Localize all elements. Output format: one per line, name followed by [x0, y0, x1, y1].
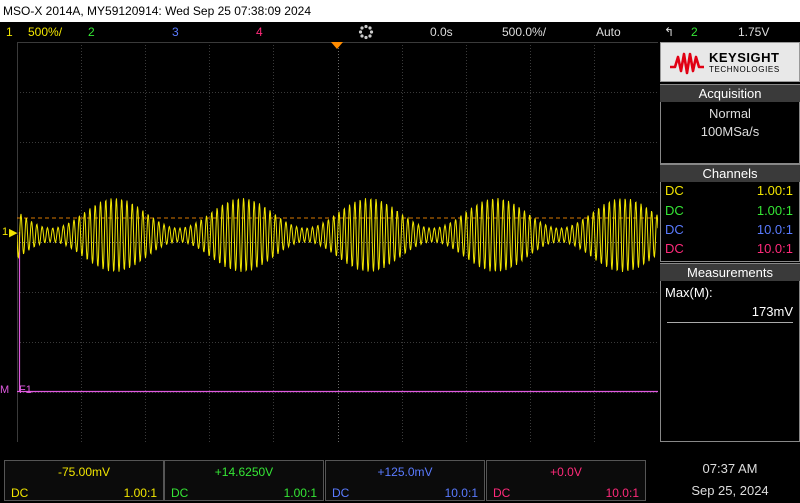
ch4-coupling: DC — [665, 241, 684, 256]
window-title: MSO-X 2014A, MY59120914: Wed Sep 25 07:3… — [0, 0, 800, 22]
measurements-header[interactable]: Measurements — [660, 263, 800, 281]
ch2-offset: +14.6250V — [214, 465, 274, 479]
logo-text: KEYSIGHT — [709, 50, 780, 65]
ch4-number[interactable]: 4 — [256, 22, 263, 42]
ch1-scale[interactable]: 500%/ — [28, 22, 62, 42]
keysight-wave-icon — [670, 52, 704, 75]
ch3-number[interactable]: 3 — [172, 22, 179, 42]
ch4-coupling-bottom: DC — [493, 486, 511, 500]
ch1-number[interactable]: 1 — [6, 22, 13, 42]
time-scale[interactable]: 500.0%/ — [502, 22, 546, 42]
ch4-offset: +0.0V — [550, 465, 582, 479]
trigger-level[interactable]: 1.75V — [738, 22, 769, 42]
ch3-offset-softkey[interactable]: +125.0mV DC 10.0:1 — [325, 460, 485, 501]
ch2-number[interactable]: 2 — [88, 22, 95, 42]
ch4-ratio-bottom: 10.0:1 — [605, 486, 639, 500]
trigger-mode[interactable]: Auto — [596, 22, 621, 42]
measurements-panel[interactable]: Max(M): 173mV — [660, 281, 800, 442]
status-bar: 1 500%/ 2 3 4 0.0s 500.0%/ Auto ↰ 2 1.75… — [0, 22, 800, 42]
waveform-display[interactable] — [17, 42, 658, 442]
acquisition-mode: Normal — [709, 106, 751, 121]
ch2-offset-softkey[interactable]: +14.6250V DC 1.00:1 — [164, 460, 324, 501]
ch1-coupling: DC — [665, 183, 684, 198]
time-delay[interactable]: 0.0s — [430, 22, 453, 42]
ch1-coupling-bottom: DC — [11, 486, 29, 500]
ch4-offset-softkey[interactable]: +0.0V DC 10.0:1 — [486, 460, 646, 501]
ch2-coupling-bottom: DC — [171, 486, 189, 500]
clock: 07:37 AM Sep 25, 2024 — [660, 456, 800, 503]
ch3-coupling-bottom: DC — [332, 486, 350, 500]
ch2-coupling: DC — [665, 203, 684, 218]
ch1-waveform — [17, 198, 658, 273]
measurement-label: Max(M): — [665, 285, 713, 300]
channels-panel[interactable]: DC 1.00:1 DC 1.00:1 DC 10.0:1 DC 10.0:1 — [660, 182, 800, 262]
ch3-ratio-bottom: 10.0:1 — [444, 486, 478, 500]
side-panel: KEYSIGHT TECHNOLOGIES Acquisition Normal… — [660, 42, 800, 442]
ch3-probe-ratio: 10.0:1 — [756, 222, 793, 237]
ch1-ratio-bottom: 1.00:1 — [123, 486, 157, 500]
ch4-probe-ratio: 10.0:1 — [756, 241, 793, 256]
acquisition-panel[interactable]: Normal 100MSa/s — [660, 102, 800, 164]
measurement-divider — [667, 322, 793, 323]
logo-subtext: TECHNOLOGIES — [709, 65, 780, 74]
clock-date: Sep 25, 2024 — [691, 483, 769, 498]
measurement-value: 173mV — [751, 304, 793, 319]
acquisition-header[interactable]: Acquisition — [660, 84, 800, 102]
ch3-coupling: DC — [665, 222, 684, 237]
ch1-offset: -75.00mV — [57, 465, 111, 479]
ch3-offset: +125.0mV — [377, 465, 433, 479]
channels-header[interactable]: Channels — [660, 164, 800, 182]
ch2-ratio-bottom: 1.00:1 — [283, 486, 317, 500]
ch1-ground-marker[interactable]: 1 ▶ — [0, 226, 17, 240]
ch1-offset-softkey[interactable]: -75.00mV DC 1.00:1 — [4, 460, 164, 501]
sample-rate: 100MSa/s — [700, 124, 760, 139]
ch1-probe-ratio: 1.00:1 — [756, 183, 793, 198]
trigger-position-marker — [331, 42, 343, 49]
trigger-source[interactable]: 2 — [691, 22, 698, 42]
math-marker[interactable]: M F1 — [0, 384, 40, 398]
clock-time: 07:37 AM — [702, 461, 758, 476]
trigger-edge-icon[interactable]: ↰ — [664, 22, 674, 42]
keysight-logo: KEYSIGHT TECHNOLOGIES — [660, 42, 800, 82]
ch2-probe-ratio: 1.00:1 — [756, 203, 793, 218]
graticule — [17, 42, 658, 442]
